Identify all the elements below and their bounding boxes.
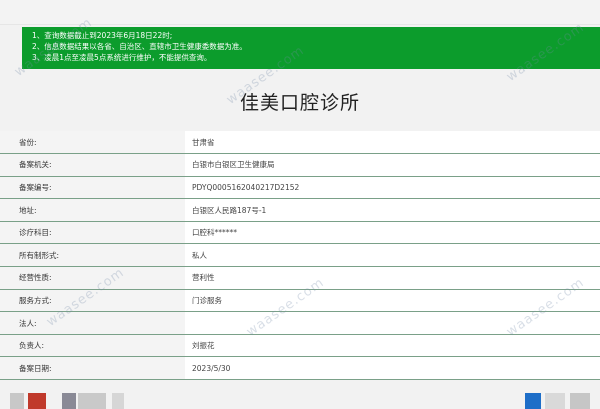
bottom-thumb bbox=[10, 393, 24, 409]
row-value-province: 甘肃省 bbox=[185, 131, 600, 155]
row-value-department: 口腔科****** bbox=[185, 221, 600, 245]
row-value-address: 白银区人民路187号-1 bbox=[185, 198, 600, 222]
table-row: 经营性质: 营利性 bbox=[0, 266, 600, 290]
bottom-thumb bbox=[112, 393, 124, 409]
row-value-business-nature: 营利性 bbox=[185, 266, 600, 290]
row-label-record-date: 备案日期: bbox=[0, 356, 185, 381]
table-row: 法人: bbox=[0, 311, 600, 335]
row-label-service-mode: 服务方式: bbox=[0, 289, 185, 313]
bottom-thumb bbox=[62, 393, 76, 409]
row-value-service-mode: 门诊服务 bbox=[185, 289, 600, 313]
info-table: 省份: 甘肃省 备案机关: 白银市白银区卫生健康局 备案编号: PDYQ0005162… bbox=[0, 131, 600, 381]
row-label-principal: 负责人: bbox=[0, 334, 185, 358]
notice-line-1: 1、查询数据截止到2023年6月18日22时; bbox=[32, 31, 173, 40]
row-label-record-no: 备案编号: bbox=[0, 176, 185, 200]
notice-line-3: 3、凌晨1点至凌晨5点系统进行维护，不能提供查询。 bbox=[32, 53, 212, 62]
table-row: 备案编号: PDYQ0005162040217D2152 bbox=[0, 176, 600, 200]
row-label-address: 地址: bbox=[0, 198, 185, 222]
row-label-authority: 备案机关: bbox=[0, 153, 185, 177]
table-row: 备案日期: 2023/5/30 bbox=[0, 356, 600, 381]
table-row: 地址: 白银区人民路187号-1 bbox=[0, 198, 600, 222]
row-value-ownership: 私人 bbox=[185, 243, 600, 268]
table-row: 备案机关: 白银市白银区卫生健康局 bbox=[0, 153, 600, 177]
bottom-thumb bbox=[78, 393, 106, 409]
bottom-thumb bbox=[545, 393, 565, 409]
table-row: 负责人: 刘振花 bbox=[0, 334, 600, 358]
top-bar bbox=[0, 0, 600, 25]
row-value-authority: 白银市白银区卫生健康局 bbox=[185, 153, 600, 177]
table-row: 省份: 甘肃省 bbox=[0, 131, 600, 155]
bottom-thumb bbox=[525, 393, 541, 409]
row-label-business-nature: 经营性质: bbox=[0, 266, 185, 290]
row-label-ownership: 所有制形式: bbox=[0, 243, 185, 268]
row-value-principal: 刘振花 bbox=[185, 334, 600, 358]
row-value-legal-person bbox=[185, 311, 600, 335]
row-value-record-no: PDYQ0005162040217D2152 bbox=[185, 176, 600, 200]
table-row: 诊疗科目: 口腔科****** bbox=[0, 221, 600, 245]
notice-line-2: 2、信息数据结果以各省、自治区、直辖市卫生健康委数据为准。 bbox=[32, 42, 247, 51]
row-value-record-date: 2023/5/30 bbox=[185, 356, 600, 381]
row-label-legal-person: 法人: bbox=[0, 311, 185, 335]
notice-banner: 1、查询数据截止到2023年6月18日22时; 2、信息数据结果以各省、自治区、… bbox=[22, 27, 600, 69]
bottom-thumb bbox=[28, 393, 46, 409]
page-title: 佳美口腔诊所 bbox=[239, 92, 360, 114]
row-label-department: 诊疗科目: bbox=[0, 221, 185, 245]
row-label-province: 省份: bbox=[0, 131, 185, 155]
table-row: 服务方式: 门诊服务 bbox=[0, 289, 600, 313]
bottom-thumb bbox=[570, 393, 590, 409]
table-row: 所有制形式: 私人 bbox=[0, 243, 600, 268]
